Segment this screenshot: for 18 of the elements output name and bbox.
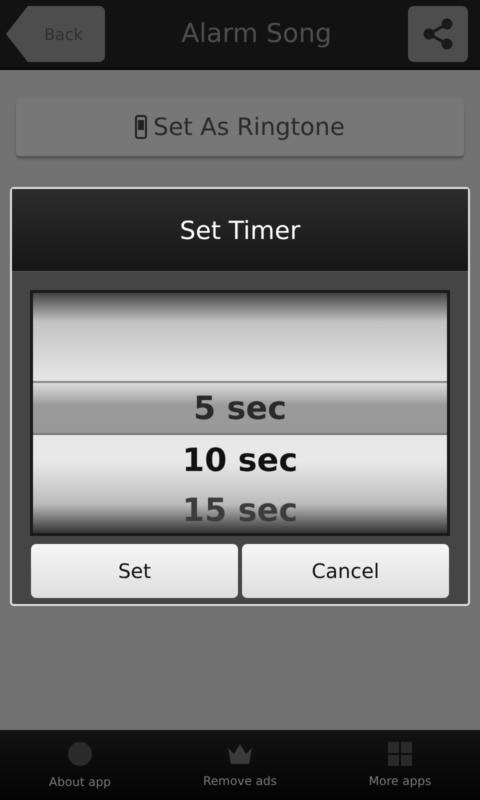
cancel-button[interactable]: Cancel [242,544,449,598]
share-icon [420,17,455,51]
set-button[interactable]: Set [31,544,238,598]
screen-title: Alarm Song [181,19,332,49]
phone-icon [135,115,148,139]
wheel-option[interactable]: 10 sec [33,435,447,485]
bottom-tab[interactable]: Remove ads [180,742,300,788]
crown-icon [227,742,253,766]
timer-wheel[interactable]: 5 sec 10 sec 15 sec [30,290,450,536]
circle-icon [67,741,93,767]
dialog-title: Set Timer [12,189,468,272]
wheel-option[interactable]: 15 sec [33,485,447,533]
set-as-ringtone-button[interactable]: Set As Ringtone [16,98,464,156]
grid-icon [388,742,412,766]
wheel-option[interactable]: 5 sec [33,381,447,435]
bottom-tab[interactable]: More apps [340,742,460,788]
bottom-tab[interactable]: About app [20,741,140,789]
share-button[interactable] [408,6,468,62]
